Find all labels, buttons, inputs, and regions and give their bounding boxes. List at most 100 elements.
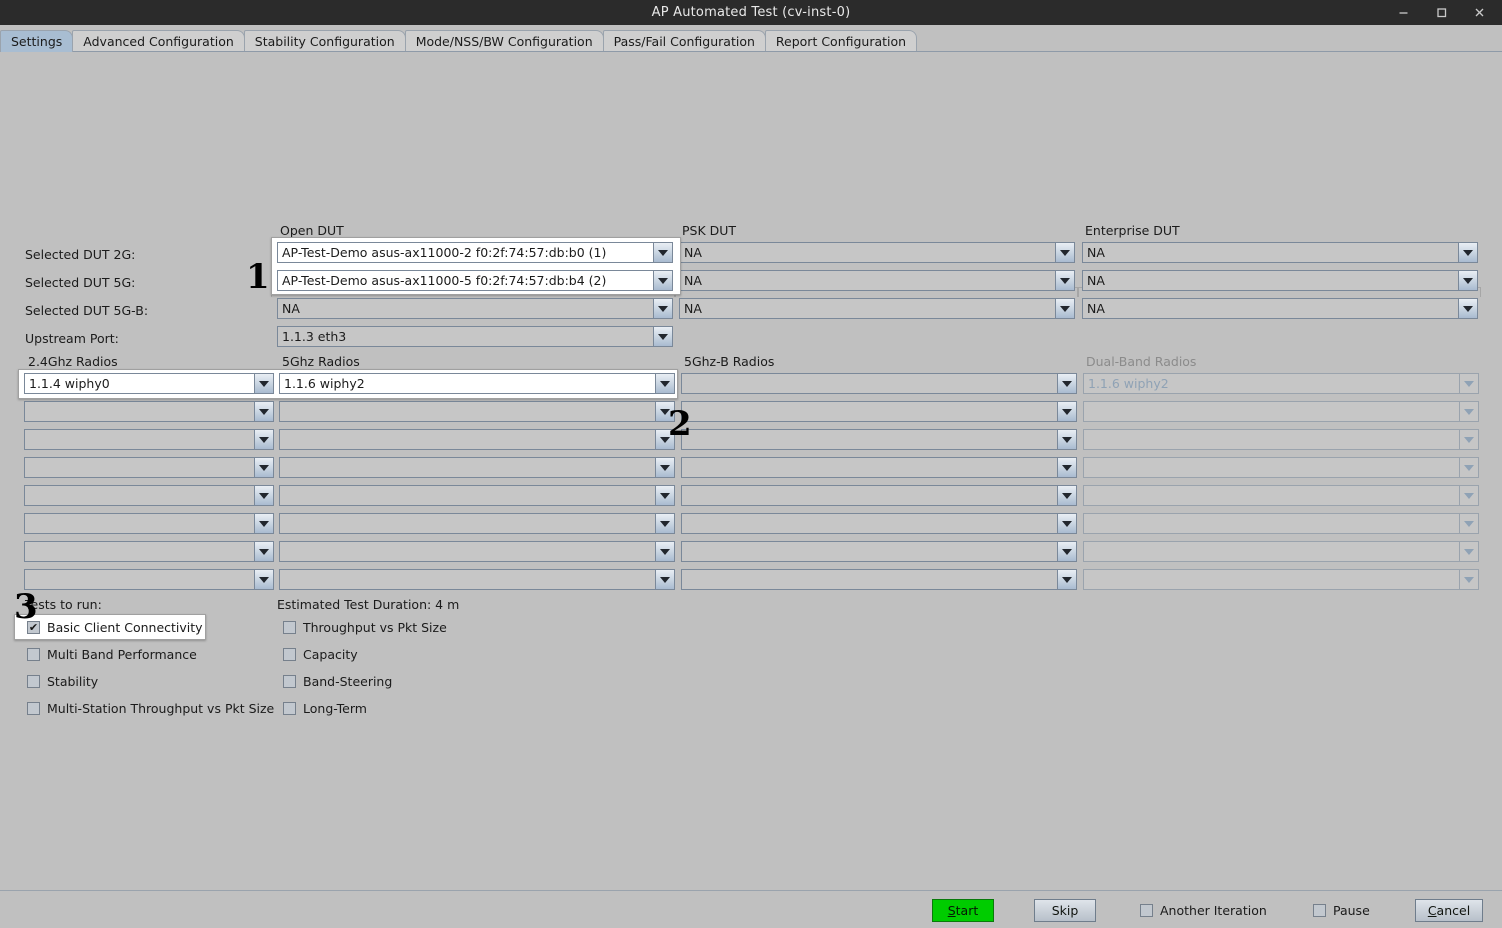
combo-radio-5ghz-b-7[interactable] bbox=[681, 541, 1077, 562]
chevron-down-icon[interactable] bbox=[1055, 242, 1075, 263]
chevron-down-icon[interactable] bbox=[254, 401, 274, 422]
chevron-down-icon[interactable] bbox=[254, 429, 274, 450]
combo-radio-5ghz-b-5[interactable] bbox=[681, 485, 1077, 506]
combo-radio-5ghz-1[interactable]: 1.1.6 wiphy2 bbox=[279, 373, 675, 394]
combo-radio-5ghz-b-2[interactable] bbox=[681, 401, 1077, 422]
tab-stability-configuration[interactable]: Stability Configuration bbox=[243, 30, 406, 52]
combo-radio-24ghz-3[interactable] bbox=[24, 429, 274, 450]
chevron-down-icon[interactable] bbox=[655, 569, 675, 590]
combo-radio-dual-band-5-value bbox=[1083, 485, 1459, 506]
chevron-down-icon[interactable] bbox=[1057, 485, 1077, 506]
test-checkbox-basic-client-connectivity[interactable]: ✔ Basic Client Connectivity bbox=[27, 620, 203, 635]
combo-radio-5ghz-3[interactable] bbox=[279, 429, 675, 450]
chevron-down-icon[interactable] bbox=[254, 485, 274, 506]
close-icon[interactable] bbox=[1462, 2, 1496, 24]
chevron-down-icon[interactable] bbox=[1458, 242, 1478, 263]
minimize-icon[interactable] bbox=[1386, 2, 1420, 24]
chevron-down-icon[interactable] bbox=[1057, 569, 1077, 590]
test-checkbox-capacity[interactable]: Capacity bbox=[283, 647, 358, 662]
combo-radio-5ghz-b-4[interactable] bbox=[681, 457, 1077, 478]
combo-radio-5ghz-7[interactable] bbox=[279, 541, 675, 562]
tab-report-configuration[interactable]: Report Configuration bbox=[764, 30, 918, 52]
combo-radio-5ghz-b-3[interactable] bbox=[681, 429, 1077, 450]
combo-psk-dut-5gb[interactable]: NA bbox=[679, 298, 1075, 319]
chevron-down-icon[interactable] bbox=[1057, 457, 1077, 478]
chevron-down-icon[interactable] bbox=[655, 513, 675, 534]
chevron-down-icon[interactable] bbox=[1055, 270, 1075, 291]
test-checkbox-multi-station-throughput-vs-pkt-size[interactable]: Multi-Station Throughput vs Pkt Size bbox=[27, 701, 274, 716]
chevron-down-icon[interactable] bbox=[1057, 401, 1077, 422]
combo-radio-24ghz-1[interactable]: 1.1.4 wiphy0 bbox=[24, 373, 274, 394]
another-iteration-checkbox[interactable]: Another Iteration bbox=[1140, 903, 1267, 918]
test-checkbox-stability[interactable]: Stability bbox=[27, 674, 98, 689]
combo-open-dut-2g[interactable]: AP-Test-Demo asus-ax11000-2 f0:2f:74:57:… bbox=[277, 242, 673, 263]
chevron-down-icon[interactable] bbox=[655, 373, 675, 394]
chevron-down-icon[interactable] bbox=[1057, 513, 1077, 534]
test-checkbox-throughput-vs-pkt-size[interactable]: Throughput vs Pkt Size bbox=[283, 620, 447, 635]
chevron-down-icon[interactable] bbox=[1458, 298, 1478, 319]
tab-pass-fail-configuration[interactable]: Pass/Fail Configuration bbox=[602, 30, 766, 52]
combo-radio-5ghz-6[interactable] bbox=[279, 513, 675, 534]
pause-checkbox[interactable]: Pause bbox=[1313, 903, 1370, 918]
checkbox-label: Multi-Station Throughput vs Pkt Size bbox=[47, 701, 275, 716]
chevron-down-icon[interactable] bbox=[655, 541, 675, 562]
combo-psk-dut-2g[interactable]: NA bbox=[679, 242, 1075, 263]
label-upstream-port: Upstream Port: bbox=[25, 331, 119, 346]
tab-settings[interactable]: Settings bbox=[0, 30, 74, 52]
combo-radio-5ghz-8[interactable] bbox=[279, 569, 675, 590]
combo-enterprise-dut-5gb[interactable]: NA bbox=[1082, 298, 1478, 319]
combo-open-dut-5gb[interactable]: NA bbox=[277, 298, 673, 319]
combo-open-dut-2g-value: AP-Test-Demo asus-ax11000-2 f0:2f:74:57:… bbox=[277, 242, 653, 263]
chevron-down-icon[interactable] bbox=[653, 298, 673, 319]
combo-radio-5ghz-b-1[interactable] bbox=[681, 373, 1077, 394]
combo-psk-dut-5g[interactable]: NA bbox=[679, 270, 1075, 291]
radios-5-label: 5Ghz Radios bbox=[279, 354, 363, 369]
checkbox-box-icon bbox=[1140, 904, 1153, 917]
test-checkbox-band-steering[interactable]: Band-Steering bbox=[283, 674, 392, 689]
combo-radio-24ghz-2-value bbox=[24, 401, 254, 422]
chevron-down-icon[interactable] bbox=[1057, 373, 1077, 394]
combo-open-dut-5g[interactable]: AP-Test-Demo asus-ax11000-5 f0:2f:74:57:… bbox=[277, 270, 673, 291]
combo-radio-24ghz-4[interactable] bbox=[24, 457, 274, 478]
combo-radio-24ghz-5[interactable] bbox=[24, 485, 274, 506]
combo-radio-24ghz-6[interactable] bbox=[24, 513, 274, 534]
chevron-down-icon[interactable] bbox=[254, 457, 274, 478]
chevron-down-icon[interactable] bbox=[254, 513, 274, 534]
test-checkbox-long-term[interactable]: Long-Term bbox=[283, 701, 367, 716]
combo-radio-5ghz-2[interactable] bbox=[279, 401, 675, 422]
chevron-down-icon[interactable] bbox=[254, 541, 274, 562]
chevron-down-icon[interactable] bbox=[1055, 298, 1075, 319]
chevron-down-icon[interactable] bbox=[1057, 541, 1077, 562]
cancel-button[interactable]: Cancel bbox=[1415, 899, 1483, 922]
combo-radio-dual-band-3-value bbox=[1083, 429, 1459, 450]
combo-radio-5ghz-5[interactable] bbox=[279, 485, 675, 506]
combo-enterprise-dut-5g[interactable]: NA bbox=[1082, 270, 1478, 291]
combo-enterprise-dut-5g-value: NA bbox=[1082, 270, 1458, 291]
start-button[interactable]: Start bbox=[932, 899, 994, 922]
chevron-down-icon[interactable] bbox=[254, 373, 274, 394]
chevron-down-icon[interactable] bbox=[653, 270, 673, 291]
test-checkbox-multi-band-performance[interactable]: Multi Band Performance bbox=[27, 647, 197, 662]
chevron-down-icon[interactable] bbox=[653, 326, 673, 347]
chevron-down-icon[interactable] bbox=[655, 485, 675, 506]
chevron-down-icon[interactable] bbox=[254, 569, 274, 590]
combo-radio-5ghz-b-8[interactable] bbox=[681, 569, 1077, 590]
combo-upstream-port[interactable]: 1.1.3 eth3 bbox=[277, 326, 673, 347]
combo-radio-24ghz-2[interactable] bbox=[24, 401, 274, 422]
chevron-down-icon[interactable] bbox=[1458, 270, 1478, 291]
chevron-down-icon[interactable] bbox=[1057, 429, 1077, 450]
checkbox-box-icon bbox=[283, 702, 296, 715]
chevron-down-icon[interactable] bbox=[655, 457, 675, 478]
skip-button[interactable]: Skip bbox=[1034, 899, 1096, 922]
combo-radio-5ghz-4[interactable] bbox=[279, 457, 675, 478]
tab-advanced-configuration[interactable]: Advanced Configuration bbox=[72, 30, 245, 52]
combo-radio-24ghz-8[interactable] bbox=[24, 569, 274, 590]
combo-radio-24ghz-7[interactable] bbox=[24, 541, 274, 562]
maximize-icon[interactable] bbox=[1424, 2, 1458, 24]
combo-enterprise-dut-2g[interactable]: NA bbox=[1082, 242, 1478, 263]
start-button-label: tart bbox=[955, 903, 979, 918]
combo-radio-5ghz-b-6[interactable] bbox=[681, 513, 1077, 534]
tab-mode-nss-bw-configuration[interactable]: Mode/NSS/BW Configuration bbox=[404, 30, 604, 52]
tab-label: Stability Configuration bbox=[254, 34, 395, 49]
chevron-down-icon[interactable] bbox=[653, 242, 673, 263]
